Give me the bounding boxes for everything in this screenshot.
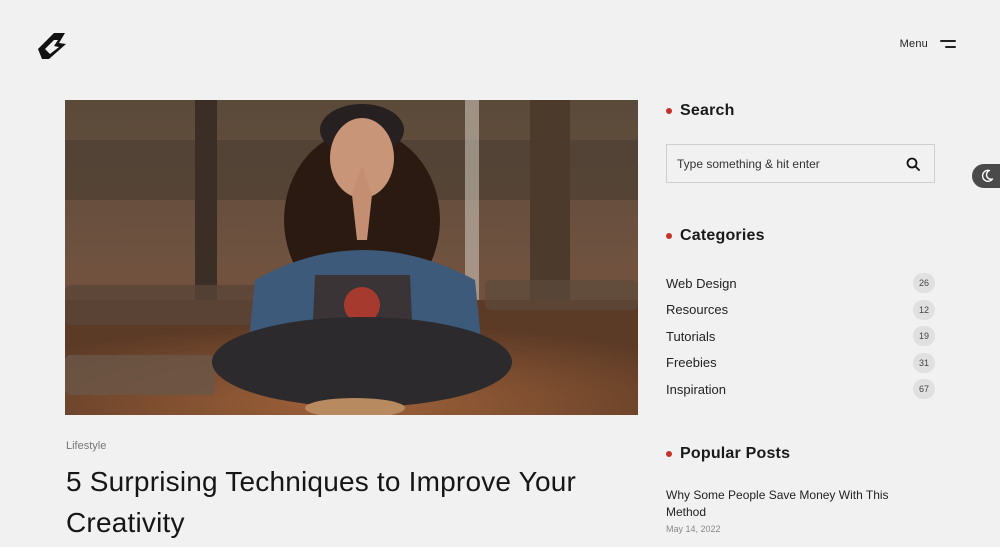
featured-photo (65, 100, 638, 415)
category-item-freebies[interactable]: Freebies 31 (666, 350, 935, 377)
moon-icon (981, 169, 994, 182)
search-heading-text: Search (680, 102, 735, 119)
category-count-badge: 19 (913, 326, 935, 347)
category-name: Web Design (666, 275, 737, 291)
category-item-inspiration[interactable]: Inspiration 67 (666, 376, 935, 403)
category-count-badge: 31 (913, 352, 935, 373)
post-category[interactable]: Lifestyle (66, 440, 106, 452)
category-item-resources[interactable]: Resources 12 (666, 297, 935, 324)
category-item-web-design[interactable]: Web Design 26 (666, 270, 935, 297)
popular-post-date: May 14, 2022 (666, 524, 721, 534)
brand-logo-icon[interactable] (34, 28, 70, 62)
search-icon[interactable] (906, 157, 920, 171)
popular-post-title[interactable]: Why Some People Save Money With This Met… (666, 487, 926, 521)
category-count-badge: 67 (913, 379, 935, 400)
categories-heading-text: Categories (680, 227, 765, 244)
popular-posts-heading: Popular Posts (666, 445, 790, 463)
category-name: Inspiration (666, 381, 726, 397)
category-count-badge: 26 (913, 273, 935, 294)
hamburger-icon (940, 39, 956, 49)
category-name: Freebies (666, 355, 717, 371)
category-count-badge: 12 (913, 299, 935, 320)
dark-mode-toggle[interactable] (972, 164, 1000, 188)
search-box[interactable] (666, 144, 935, 183)
categories-heading: Categories (666, 227, 765, 245)
popular-posts-heading-text: Popular Posts (680, 445, 791, 462)
category-name: Tutorials (666, 328, 716, 344)
menu-label: Menu (899, 38, 928, 50)
featured-image[interactable] (65, 100, 638, 415)
category-name: Resources (666, 302, 729, 318)
menu-button[interactable]: Menu (900, 38, 956, 50)
page: Menu Lifestyle 5 Surprising Techniques t… (0, 0, 1000, 547)
category-list: Web Design 26 Resources 12 Tutorials 19 … (666, 270, 935, 403)
category-item-tutorials[interactable]: Tutorials 19 (666, 323, 935, 350)
post-title[interactable]: 5 Surprising Techniques to Improve Your … (66, 461, 626, 543)
accent-dot-icon (666, 233, 672, 239)
accent-dot-icon (666, 451, 672, 457)
search-heading: Search (666, 102, 735, 120)
search-input[interactable] (677, 156, 877, 171)
accent-dot-icon (666, 108, 672, 114)
